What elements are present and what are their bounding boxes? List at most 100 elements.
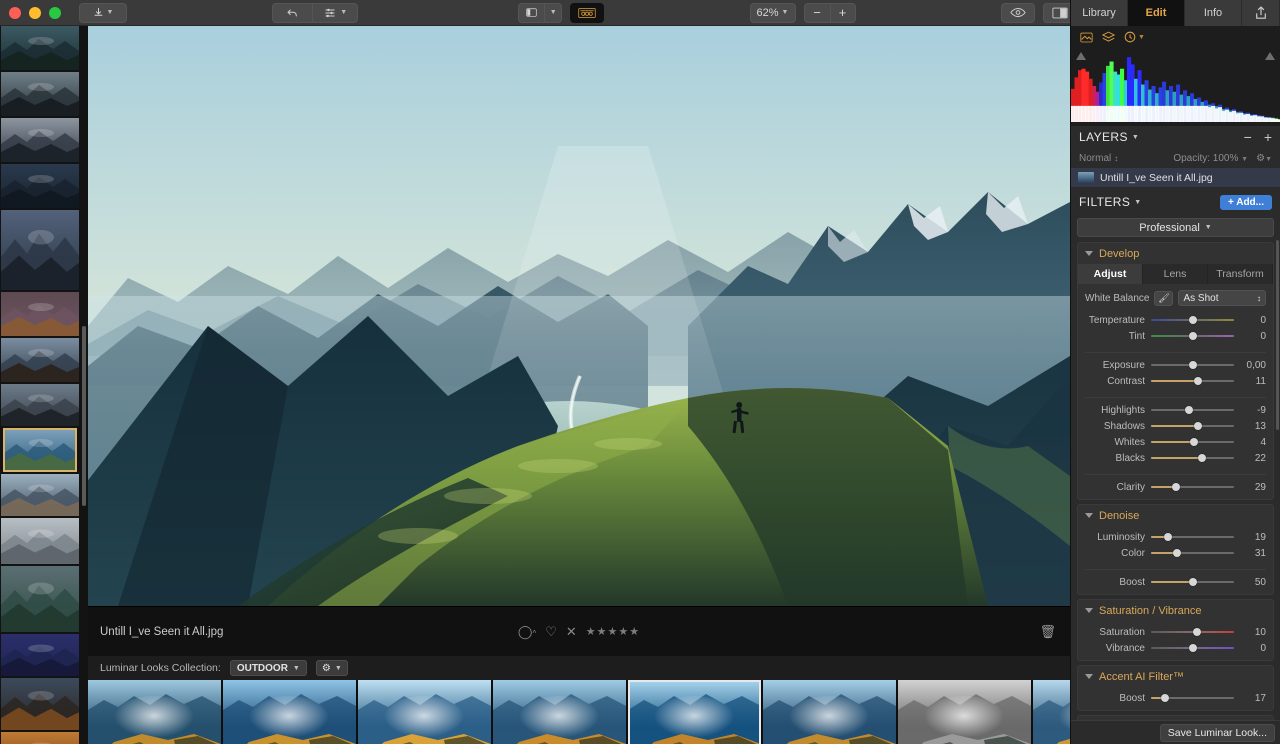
tab-info[interactable]: Info	[1185, 0, 1242, 26]
look-thumbnail[interactable]: Abandoned Place★	[88, 680, 221, 744]
look-thumbnail[interactable]: Fix Dark Landscape	[763, 680, 896, 744]
slider-knob[interactable]	[1172, 549, 1181, 557]
blend-mode-dropdown[interactable]: Normal ↕	[1079, 153, 1118, 164]
slider-knob[interactable]	[1188, 332, 1197, 340]
filmstrip-thumbnail[interactable]	[3, 428, 77, 472]
layer-item[interactable]: Untill I_ve Seen it All.jpg	[1071, 168, 1280, 187]
toggle-filmstrip-button[interactable]	[570, 2, 605, 23]
star-rating[interactable]: ★★★★★	[586, 625, 640, 638]
looks-collection-dropdown[interactable]: OUTDOOR ▼	[229, 660, 307, 676]
preview-original-button[interactable]	[1000, 2, 1035, 23]
save-luminar-look-button[interactable]: Save Luminar Look...	[1159, 723, 1275, 742]
slider-blacks[interactable]	[1151, 452, 1234, 464]
look-thumbnail[interactable]: Bright Day★	[358, 680, 491, 744]
slider-whites[interactable]	[1151, 436, 1234, 448]
remove-layer-button[interactable]: −	[1244, 129, 1252, 145]
filmstrip-thumbnail[interactable]	[1, 474, 79, 516]
develop-tab-adjust[interactable]: Adjust	[1078, 264, 1143, 284]
flag-icon[interactable]: ◯^	[518, 624, 536, 640]
filter-section-header[interactable]: Develop	[1078, 243, 1273, 264]
slider-knob[interactable]	[1194, 422, 1203, 430]
filmstrip-thumbnail[interactable]	[1, 26, 79, 70]
zoom-level-dropdown[interactable]: 62% ▼	[749, 2, 796, 23]
filters-title[interactable]: FILTERS ▼	[1079, 195, 1142, 209]
slider-knob[interactable]	[1194, 377, 1203, 385]
quick-adjust-button[interactable]: ▼	[312, 2, 359, 23]
filmstrip-thumbnail[interactable]	[1, 118, 79, 162]
filmstrip-thumbnail[interactable]	[1, 732, 79, 744]
slider-knob[interactable]	[1198, 454, 1207, 462]
filmstrip-thumbnail[interactable]	[1, 164, 79, 208]
look-thumbnail[interactable]: Misty Lan	[1033, 680, 1070, 744]
layer-opacity-control[interactable]: Opacity: 100% ▼	[1173, 153, 1248, 164]
slider-exposure[interactable]	[1151, 359, 1234, 371]
left-filmstrip[interactable]	[0, 26, 88, 744]
looks-settings-button[interactable]: ⚙ ▼	[315, 660, 348, 676]
maximize-window-button[interactable]	[49, 6, 61, 19]
minimize-window-button[interactable]	[29, 6, 41, 19]
develop-tab-lens[interactable]: Lens	[1143, 264, 1208, 284]
history-icon[interactable]: ▼	[1124, 31, 1145, 43]
add-filter-button[interactable]: + Add...	[1219, 194, 1272, 210]
shadow-clipping-indicator[interactable]	[1076, 52, 1086, 60]
slider-knob[interactable]	[1190, 438, 1199, 446]
slider-highlights[interactable]	[1151, 404, 1234, 416]
tab-edit[interactable]: Edit	[1128, 0, 1185, 26]
filmstrip-thumbnail[interactable]	[1, 518, 79, 564]
filmstrip-thumbnail[interactable]	[1, 384, 79, 426]
slider-clarity[interactable]	[1151, 481, 1234, 493]
slider-knob[interactable]	[1185, 406, 1194, 414]
slider-temperature[interactable]	[1151, 314, 1234, 326]
filmstrip-thumbnail[interactable]	[1, 338, 79, 382]
slider-color[interactable]	[1151, 547, 1234, 559]
slider-tint[interactable]	[1151, 330, 1234, 342]
filter-section-header[interactable]: Denoise	[1078, 505, 1273, 526]
share-button[interactable]	[1242, 0, 1280, 26]
slider-boost[interactable]	[1151, 692, 1234, 704]
look-thumbnail[interactable]: Colors of the Fall	[493, 680, 626, 744]
slider-knob[interactable]	[1161, 694, 1170, 702]
develop-tab-transform[interactable]: Transform	[1208, 264, 1273, 284]
slider-saturation[interactable]	[1151, 626, 1234, 638]
filmstrip-scrollbar[interactable]	[82, 326, 86, 506]
slider-boost[interactable]	[1151, 576, 1234, 588]
filter-preset-dropdown[interactable]: Professional ▼	[1077, 218, 1274, 237]
slider-knob[interactable]	[1192, 628, 1201, 636]
undo-button[interactable]	[272, 2, 313, 23]
heart-icon[interactable]: ♡	[545, 624, 557, 640]
slider-knob[interactable]	[1188, 578, 1197, 586]
reject-icon[interactable]: ✕	[566, 624, 577, 640]
look-thumbnail[interactable]: Daydreams	[628, 680, 761, 744]
tab-library[interactable]: Library	[1071, 0, 1128, 26]
filmstrip-thumbnail[interactable]	[1, 72, 79, 116]
trash-icon[interactable]: 🗑	[1039, 624, 1056, 640]
slider-vibrance[interactable]	[1151, 642, 1234, 654]
slider-knob[interactable]	[1188, 644, 1197, 652]
slider-luminosity[interactable]	[1151, 531, 1234, 543]
filter-section-header[interactable]: Saturation / Vibrance	[1078, 600, 1273, 621]
filmstrip-thumbnail[interactable]	[1, 292, 79, 336]
filmstrip-thumbnail[interactable]	[1, 566, 79, 632]
zoom-in-button[interactable]: +	[829, 2, 856, 23]
looks-thumbnail-strip[interactable]: Abandoned Place★Auto Smart EnhancerBrigh…	[88, 680, 1070, 744]
close-window-button[interactable]	[9, 6, 21, 19]
white-balance-dropdown[interactable]: As Shot ↕	[1178, 290, 1266, 306]
eyedropper-icon[interactable]: 🖌	[1154, 290, 1174, 306]
view-mode-dropdown[interactable]: ▼	[544, 2, 563, 23]
filmstrip-thumbnail[interactable]	[1, 678, 79, 730]
filter-section-header[interactable]: Accent AI Filter™	[1078, 666, 1273, 687]
highlight-clipping-indicator[interactable]	[1265, 52, 1275, 60]
filmstrip-thumbnail[interactable]	[1, 210, 79, 290]
look-thumbnail[interactable]: Auto Smart Enhancer	[223, 680, 356, 744]
layers-title[interactable]: LAYERS ▼	[1079, 130, 1139, 144]
toggle-sidebar-button[interactable]	[518, 2, 545, 23]
export-button[interactable]: ▼	[79, 2, 127, 23]
slider-knob[interactable]	[1171, 483, 1180, 491]
slider-contrast[interactable]	[1151, 375, 1234, 387]
image-icon[interactable]	[1080, 32, 1093, 43]
filmstrip-thumbnail[interactable]	[1, 634, 79, 676]
image-canvas[interactable]	[88, 26, 1070, 606]
slider-shadows[interactable]	[1151, 420, 1234, 432]
add-layer-button[interactable]: +	[1264, 129, 1272, 145]
histogram[interactable]	[1071, 48, 1280, 126]
